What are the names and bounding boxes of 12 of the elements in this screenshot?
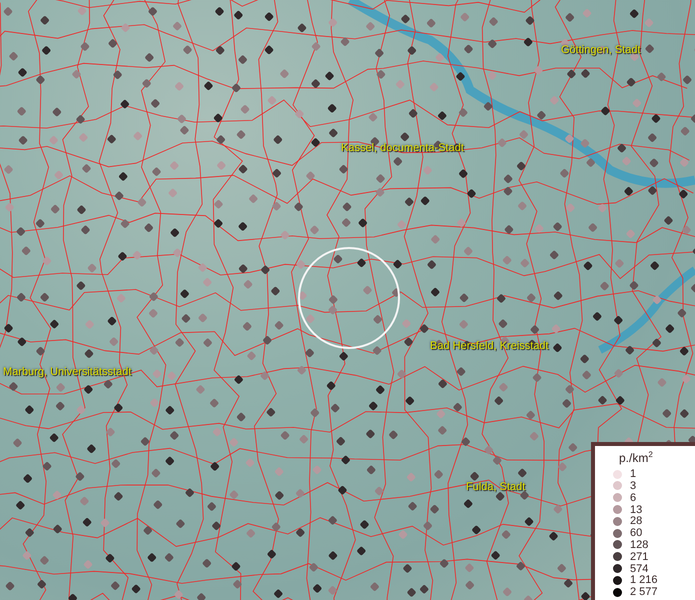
legend-label: 1 [630,468,636,480]
legend-label: 1 216 [630,574,658,586]
legend-label: 2 577 [630,586,658,598]
legend-title: p./km$^{2}$ [619,450,654,466]
legend-label: 60 [630,527,642,540]
legend-label: 6 [630,492,636,504]
legend-label: 271 [630,550,648,563]
legend-label: 28 [630,515,642,528]
legend-label: 574 [630,562,648,575]
legend-label: 3 [630,480,636,492]
legend-label: 13 [630,504,642,516]
legend-label: 128 [630,538,648,551]
